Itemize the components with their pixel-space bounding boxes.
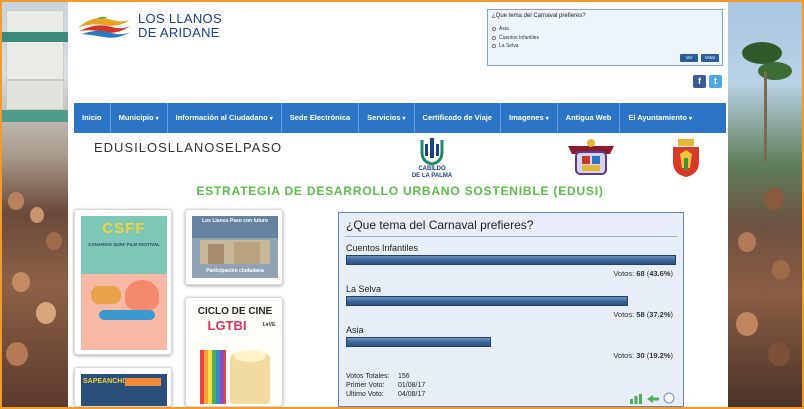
cabildo-line-2: DE LA PALMA xyxy=(411,173,453,179)
facebook-icon[interactable]: f xyxy=(693,75,706,88)
poll-title: ¿Que tema del Carnaval prefieres? xyxy=(346,218,534,232)
radio-icon[interactable] xyxy=(492,36,496,40)
page-frame: LOS LLANOS DE ARIDANE ¿Que tema del Carn… xyxy=(2,2,802,407)
poll-first-label: Primer Voto: xyxy=(346,382,385,389)
header-poll-widget: ¿Que tema del Carnaval prefieres? Asia C… xyxy=(487,9,723,66)
poll-results-widget: ¿Que tema del Carnaval prefieres? Cuento… xyxy=(338,212,684,407)
poll-total-value: 156 xyxy=(398,373,410,380)
cabildo-emblem-icon xyxy=(420,138,444,166)
caret-down-icon: ▾ xyxy=(269,116,273,122)
surf-poster-title: CSFF xyxy=(102,220,146,237)
poll-stats: Votos Totales: 156 Primer Voto: 01/08/17 U… xyxy=(346,372,425,399)
help-icon[interactable] xyxy=(663,392,675,404)
logo-line-2: DE ARIDANE xyxy=(138,25,220,40)
nav-item-sede[interactable]: Sede Electrónica xyxy=(282,103,360,133)
poll-bar-track xyxy=(346,337,676,347)
radio-icon[interactable] xyxy=(492,27,496,31)
poll-bar xyxy=(346,337,492,347)
main-nav: Inicio Municipio ▾ Información al Ciudada… xyxy=(74,103,726,133)
citizen-participation-card[interactable]: Los Llanos Paso con futuro Participación… xyxy=(185,209,283,285)
poll-option-label: Cuentos Infantiles xyxy=(346,243,419,253)
nav-item-inicio[interactable]: Inicio xyxy=(74,103,111,133)
caret-down-icon: ▾ xyxy=(545,116,549,122)
lgtbi-cinema-poster[interactable]: CICLO DE CINE LGTBI L♥VE xyxy=(185,297,283,407)
cine-poster-line1: CICLO DE CINE xyxy=(197,306,273,317)
nav-item-informacion[interactable]: Información al Ciudadano ▾ xyxy=(168,103,282,133)
edusi-banner[interactable]: EDUSILOSLLANOSELPASO CABILDO DE LA PALMA xyxy=(74,134,726,204)
back-arrow-icon[interactable] xyxy=(646,394,660,404)
poll-total-label: Votos Totales: xyxy=(346,373,390,380)
nav-item-certificado[interactable]: Certificado de Viaje xyxy=(415,103,502,133)
header-poll-question: ¿Que tema del Carnaval prefieres? xyxy=(492,13,586,19)
participation-caption: Participación ciudadana xyxy=(206,268,264,274)
poll-bar-track xyxy=(346,296,676,306)
poll-bar xyxy=(346,296,628,306)
edusi-left-text: EDUSILOSLLANOSELPASO xyxy=(94,140,283,155)
edusi-strategy-title: ESTRATEGIA DE DESARROLLO URBANO SOSTENIB… xyxy=(196,184,604,198)
poll-option-votes: Votos: 30 (19.2%) xyxy=(613,351,673,360)
caret-down-icon: ▾ xyxy=(402,116,406,122)
header-poll-option[interactable]: Asia xyxy=(492,26,509,32)
poll-bar xyxy=(346,255,676,265)
poll-actions xyxy=(629,392,675,404)
site-logo[interactable]: LOS LLANOS DE ARIDANE xyxy=(76,12,236,44)
cabildo-line-1: CABILDO xyxy=(418,166,446,172)
surf-festival-poster[interactable]: CSFF CANARIAS SURF FILM FESTIVAL xyxy=(74,209,172,355)
nav-item-servicios[interactable]: Servicios ▾ xyxy=(359,103,415,133)
nav-item-ayuntamiento[interactable]: El Ayuntamiento ▾ xyxy=(620,103,700,133)
background-photo-left xyxy=(2,2,68,407)
logo-wave-icon xyxy=(78,16,130,38)
poll-last-label: Ultimo Voto: xyxy=(346,391,384,398)
town-crest-icon xyxy=(673,139,699,177)
municipal-crest-icon xyxy=(568,139,614,175)
nav-item-municipio[interactable]: Municipio ▾ xyxy=(111,103,168,133)
surf-poster-subtitle: CANARIAS SURF FILM FESTIVAL xyxy=(88,242,160,247)
main-content: LOS LLANOS DE ARIDANE ¿Que tema del Carn… xyxy=(68,2,728,407)
cine-poster-love: L♥VE xyxy=(262,322,276,328)
poll-option-label: La Selva xyxy=(346,284,382,294)
bottom-poster-title: SAPEANCHO xyxy=(83,378,128,385)
poll-option-votes: Votos: 58 (37.2%) xyxy=(613,310,673,319)
poll-option-votes: Votos: 68 (43.6%) xyxy=(613,269,673,278)
poll-bar-track xyxy=(346,255,676,265)
event-poster-bottom[interactable]: SAPEANCHO xyxy=(74,367,172,407)
cabildo-logo: CABILDO DE LA PALMA xyxy=(404,136,460,182)
poll-divider xyxy=(345,236,677,237)
header-poll-option[interactable]: Cuentos Infantiles xyxy=(492,35,539,41)
nav-item-antigua-web[interactable]: Antigua Web xyxy=(558,103,621,133)
header-poll-vote-button[interactable]: Votar xyxy=(701,54,719,62)
twitter-icon[interactable]: t xyxy=(709,75,722,88)
poll-option-label: Asia xyxy=(346,325,364,335)
bar-chart-icon[interactable] xyxy=(629,394,643,404)
caret-down-icon: ▾ xyxy=(155,116,159,122)
radio-icon[interactable] xyxy=(492,44,496,48)
caret-down-icon: ▾ xyxy=(688,116,692,122)
header-poll-view-button[interactable]: Ver xyxy=(680,54,698,62)
logo-line-1: LOS LLANOS xyxy=(138,11,222,26)
cine-poster-line2: LGTBI xyxy=(207,318,247,333)
nav-item-imagenes[interactable]: Imagenes ▾ xyxy=(501,103,558,133)
poll-first-value: 01/08/17 xyxy=(398,382,426,389)
header-poll-option[interactable]: La Selva xyxy=(492,43,518,49)
poll-last-value: 04/08/17 xyxy=(398,391,426,398)
participation-header: Los Llanos Paso con futuro xyxy=(202,218,268,224)
logo-text: LOS LLANOS DE ARIDANE xyxy=(138,12,222,40)
background-photo-right xyxy=(728,2,802,407)
